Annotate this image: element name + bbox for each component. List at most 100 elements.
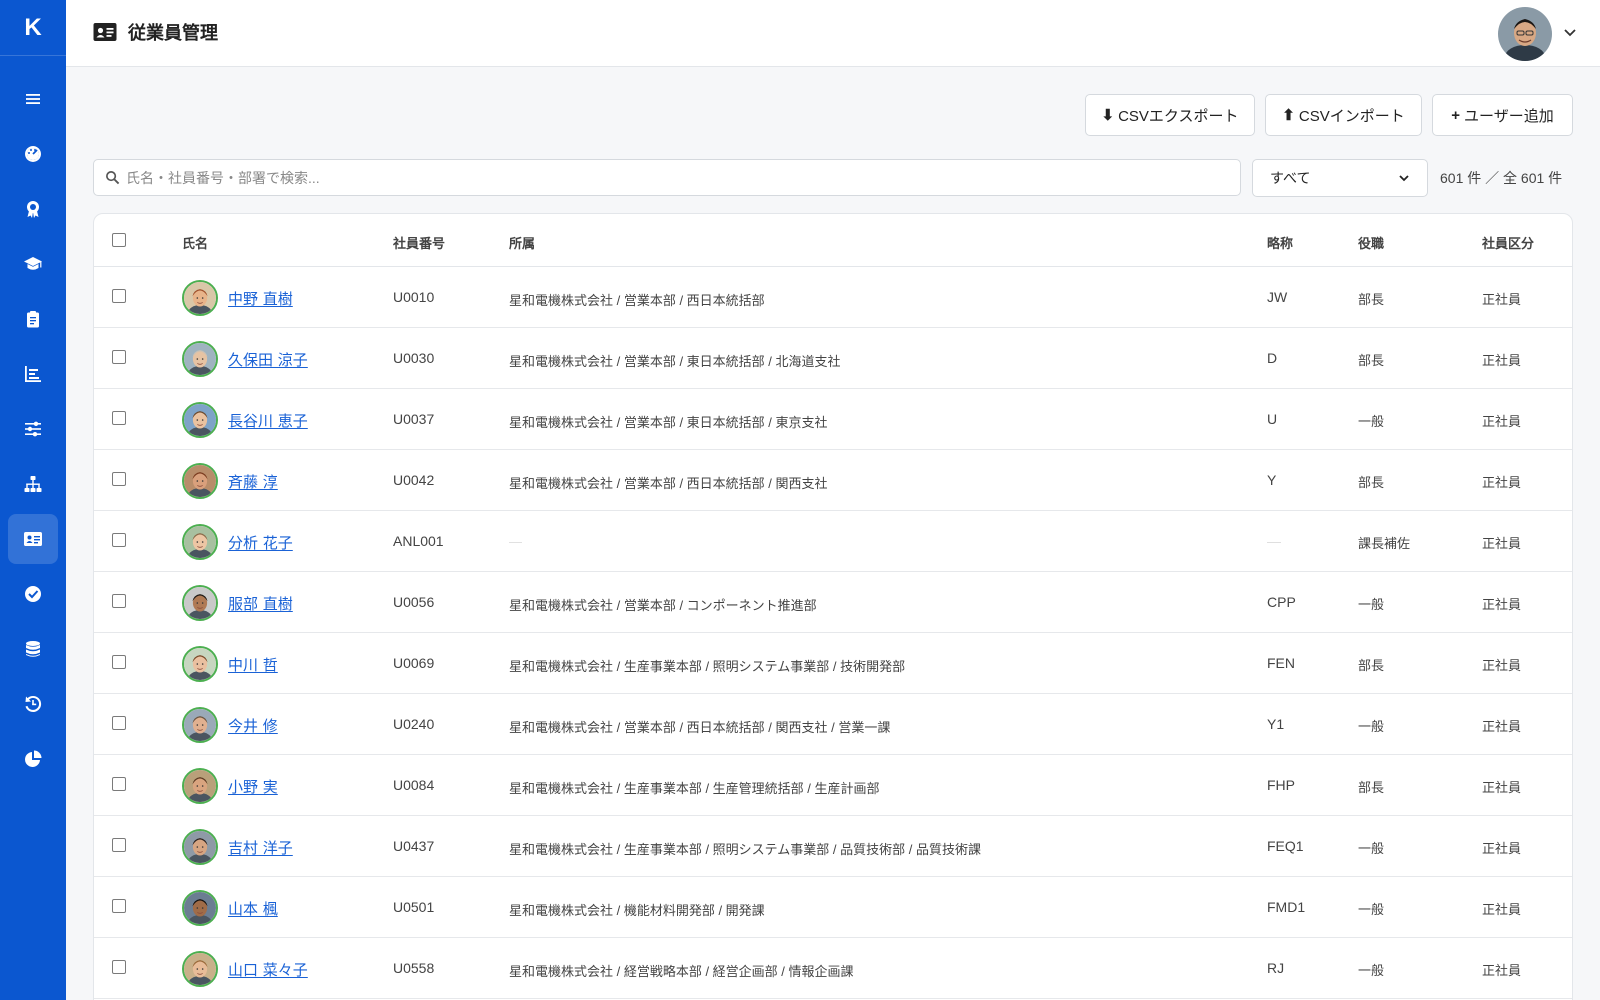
sidebar-item-check-circle[interactable]	[8, 569, 58, 619]
table-row[interactable]: 中川 哲 U0069 星和電機株式会社 / 生産事業本部 / 照明システム事業部 /…	[94, 633, 1572, 694]
employee-name-link[interactable]: 中野 直樹	[228, 288, 293, 309]
table-row[interactable]: 長谷川 恵子 U0037 星和電機株式会社 / 営業本部 / 東日本統括部 / 東京…	[94, 389, 1572, 450]
menu-icon	[26, 94, 40, 104]
graduation-cap-icon	[24, 257, 42, 270]
sidebar: K	[0, 0, 66, 1000]
avatar	[182, 951, 218, 987]
employee-abbr: CPP	[1267, 594, 1296, 610]
result-count: 601 件 ／ 全 601 件	[1440, 170, 1563, 186]
employee-name-link[interactable]: 中川 哲	[228, 654, 278, 675]
employee-number: U0501	[393, 899, 435, 915]
table-row[interactable]: 山口 菜々子 U0558 星和電機株式会社 / 経営戦略本部 / 経営企画部 / 情…	[94, 938, 1572, 999]
sidebar-item-database[interactable]	[8, 624, 58, 674]
row-checkbox[interactable]	[112, 350, 126, 364]
row-checkbox[interactable]	[112, 472, 126, 486]
employee-name-link[interactable]: 山口 菜々子	[228, 959, 308, 980]
column-header-type[interactable]: 社員区分	[1482, 233, 1534, 252]
row-checkbox[interactable]	[112, 838, 126, 852]
table-row[interactable]: 今井 修 U0240 星和電機株式会社 / 営業本部 / 西日本統括部 / 関西支社…	[94, 694, 1572, 755]
avatar	[182, 341, 218, 377]
csv-import-label: CSVインポート	[1298, 107, 1405, 125]
row-checkbox[interactable]	[112, 777, 126, 791]
filter-select[interactable]: すべて	[1252, 159, 1428, 197]
employee-number: U0056	[393, 594, 435, 610]
employee-number: U0010	[393, 289, 435, 305]
table-row[interactable]: 小野 実 U0084 星和電機株式会社 / 生産事業本部 / 生産管理統括部 / 生…	[94, 755, 1572, 816]
add-user-button[interactable]: + ユーザー追加	[1432, 94, 1573, 136]
table-row[interactable]: 分析 花子 ANL001 — — 課長補佐 正社員	[94, 511, 1572, 572]
table-row[interactable]: 服部 直樹 U0056 星和電機株式会社 / 営業本部 / コンポーネント推進部 CP…	[94, 572, 1572, 633]
bar-chart-icon	[25, 366, 41, 382]
sidebar-item-graduation-cap[interactable]	[8, 239, 58, 289]
employee-name-link[interactable]: 長谷川 恵子	[228, 410, 308, 431]
row-checkbox[interactable]	[112, 960, 126, 974]
sidebar-item-menu[interactable]	[8, 74, 58, 124]
csv-import-button[interactable]: ⬆ CSVインポート	[1265, 94, 1422, 136]
sidebar-item-history[interactable]	[8, 679, 58, 729]
column-header-abbr[interactable]: 略称	[1267, 233, 1293, 252]
row-checkbox[interactable]	[112, 716, 126, 730]
employee-type: 正社員	[1482, 902, 1522, 917]
column-header-org[interactable]: 所属	[509, 233, 535, 252]
sidebar-item-id-card[interactable]	[8, 514, 58, 564]
employee-position: 部長	[1358, 475, 1385, 490]
sidebar-item-dashboard[interactable]	[8, 129, 58, 179]
pie-chart-icon	[25, 750, 42, 767]
avatar	[182, 402, 218, 438]
employee-org: 星和電機株式会社 / 生産事業本部 / 照明システム事業部 / 技術開発部	[509, 659, 906, 674]
sidebar-item-bar-chart[interactable]	[8, 349, 58, 399]
filter-selected-value: すべて	[1270, 170, 1311, 186]
select-all-checkbox[interactable]	[112, 233, 126, 247]
table-row[interactable]: 山本 楓 U0501 星和電機株式会社 / 機能材料開発部 / 開発課 FMD1 一般 正…	[94, 877, 1572, 938]
employee-name-link[interactable]: 斉藤 淳	[228, 471, 278, 492]
sidebar-item-sliders[interactable]	[8, 404, 58, 454]
table-row[interactable]: 中野 直樹 U0010 星和電機株式会社 / 営業本部 / 西日本統括部 JW 部長 正社…	[94, 267, 1572, 328]
column-header-position[interactable]: 役職	[1358, 233, 1384, 252]
employee-name-link[interactable]: 山本 楓	[228, 898, 278, 919]
row-checkbox[interactable]	[112, 411, 126, 425]
row-checkbox[interactable]	[112, 655, 126, 669]
table-row[interactable]: 久保田 涼子 U0030 星和電機株式会社 / 営業本部 / 東日本統括部 / 北海…	[94, 328, 1572, 389]
check-circle-icon	[25, 586, 41, 602]
employee-number: U0037	[393, 411, 435, 427]
employee-name-link[interactable]: 吉村 洋子	[228, 837, 293, 858]
column-header-name[interactable]: 氏名	[182, 233, 208, 252]
employee-name-link[interactable]: 分析 花子	[228, 532, 293, 553]
employee-abbr: Y1	[1267, 716, 1285, 732]
employee-abbr: —	[1267, 533, 1281, 549]
table-row[interactable]: 吉村 洋子 U0437 星和電機株式会社 / 生産事業本部 / 照明システム事業部 …	[94, 816, 1572, 877]
sidebar-item-clipboard[interactable]	[8, 294, 58, 344]
csv-export-button[interactable]: ⬇ CSVエクスポート	[1085, 94, 1255, 136]
row-checkbox[interactable]	[112, 594, 126, 608]
table-row[interactable]: 斉藤 淳 U0042 星和電機株式会社 / 営業本部 / 西日本統括部 / 関西支社…	[94, 450, 1572, 511]
employee-number: ANL001	[393, 533, 444, 549]
app-logo[interactable]: K	[0, 0, 66, 56]
employee-table: 氏名 社員番号 所属 略称 役職 社員区分 中野 直樹 U0010 星和電機株式会社…	[93, 213, 1573, 1000]
award-icon	[27, 201, 39, 218]
column-header-emp-no[interactable]: 社員番号	[393, 233, 445, 252]
employee-position: 部長	[1358, 658, 1385, 673]
user-avatar[interactable]	[1498, 7, 1552, 61]
employee-name-link[interactable]: 久保田 涼子	[228, 349, 308, 370]
employee-abbr: RJ	[1267, 960, 1285, 976]
employee-abbr: D	[1267, 350, 1278, 366]
employee-position: 一般	[1358, 963, 1385, 978]
sidebar-item-award[interactable]	[8, 184, 58, 234]
chevron-down-icon[interactable]	[1562, 24, 1578, 40]
employee-number: U0042	[393, 472, 435, 488]
employee-name-link[interactable]: 服部 直樹	[228, 593, 293, 614]
row-checkbox[interactable]	[112, 899, 126, 913]
search-input[interactable]	[126, 160, 1226, 195]
row-checkbox[interactable]	[112, 533, 126, 547]
chevron-down-icon	[1399, 175, 1409, 182]
employee-name-link[interactable]: 小野 実	[228, 776, 278, 797]
employee-name-link[interactable]: 今井 修	[228, 715, 278, 736]
clipboard-icon	[27, 311, 39, 328]
row-checkbox[interactable]	[112, 289, 126, 303]
sidebar-item-org-chart[interactable]	[8, 459, 58, 509]
employee-abbr: JW	[1267, 289, 1288, 305]
sidebar-item-pie-chart[interactable]	[8, 734, 58, 784]
avatar	[182, 768, 218, 804]
avatar	[182, 585, 218, 621]
org-chart-icon	[24, 476, 42, 492]
